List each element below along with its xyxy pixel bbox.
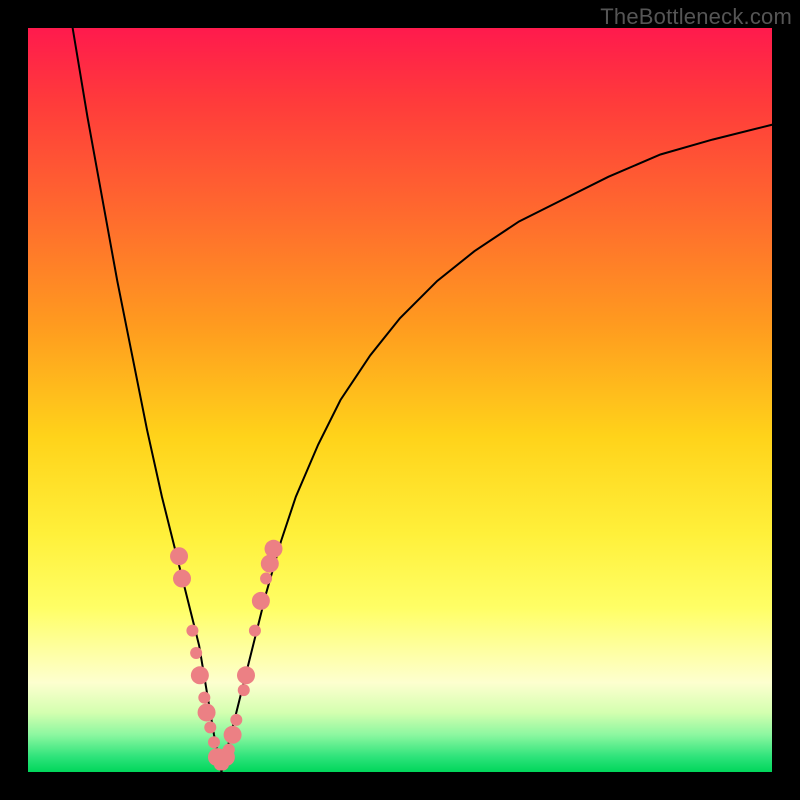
plot-area: [28, 28, 772, 772]
data-marker: [204, 721, 216, 733]
watermark-text: TheBottleneck.com: [600, 4, 792, 30]
outer-frame: TheBottleneck.com: [0, 0, 800, 800]
data-marker: [198, 703, 216, 721]
data-marker: [260, 573, 272, 585]
data-marker: [208, 736, 220, 748]
data-marker: [252, 592, 270, 610]
data-marker: [190, 647, 202, 659]
data-marker: [237, 666, 255, 684]
data-marker: [170, 547, 188, 565]
series-right-branch: [221, 125, 772, 772]
series-left-branch: [73, 28, 222, 772]
data-marker: [198, 692, 210, 704]
chart-svg: [28, 28, 772, 772]
data-marker: [186, 625, 198, 637]
data-marker: [230, 714, 242, 726]
data-marker: [191, 666, 209, 684]
data-marker: [223, 744, 235, 756]
data-marker: [173, 570, 191, 588]
data-marker: [238, 684, 250, 696]
curve-group: [73, 28, 772, 772]
data-marker: [265, 540, 283, 558]
data-marker: [224, 726, 242, 744]
marker-group: [170, 540, 282, 771]
data-marker: [249, 625, 261, 637]
